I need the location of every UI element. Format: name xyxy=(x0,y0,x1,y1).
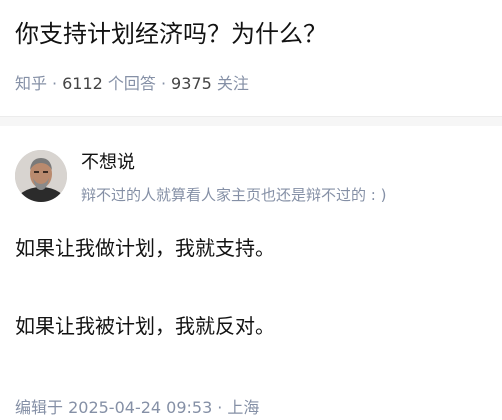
ip-location: 上海 xyxy=(227,398,260,417)
question-title[interactable]: 你支持计划经济吗？为什么？ xyxy=(15,16,495,52)
site-name: 知乎 xyxy=(15,74,48,93)
author-name[interactable]: 不想说 xyxy=(81,150,135,176)
answer-count-label: 个回答 xyxy=(107,74,156,93)
section-divider xyxy=(0,116,502,126)
answer-paragraph: 如果让我做计划，我就支持。 xyxy=(15,236,275,260)
author-avatar[interactable] xyxy=(15,150,67,202)
answer-footer: 编辑于 2025-04-24 09:53 · 上海 xyxy=(15,398,260,417)
edited-time: 编辑于 2025-04-24 09:53 xyxy=(15,398,213,417)
follow-count-label: 关注 xyxy=(216,74,249,93)
avatar-image xyxy=(15,150,67,202)
follow-count: 9375 xyxy=(171,74,212,93)
answer-paragraph: 如果让我被计划，我就反对。 xyxy=(15,314,275,338)
author-bio: 辩不过的人就算看人家主页也还是辩不过的 : ) xyxy=(81,186,387,204)
question-meta: 知乎 · 6112 个回答 · 9375 关注 xyxy=(15,74,249,93)
answer-count: 6112 xyxy=(62,74,103,93)
